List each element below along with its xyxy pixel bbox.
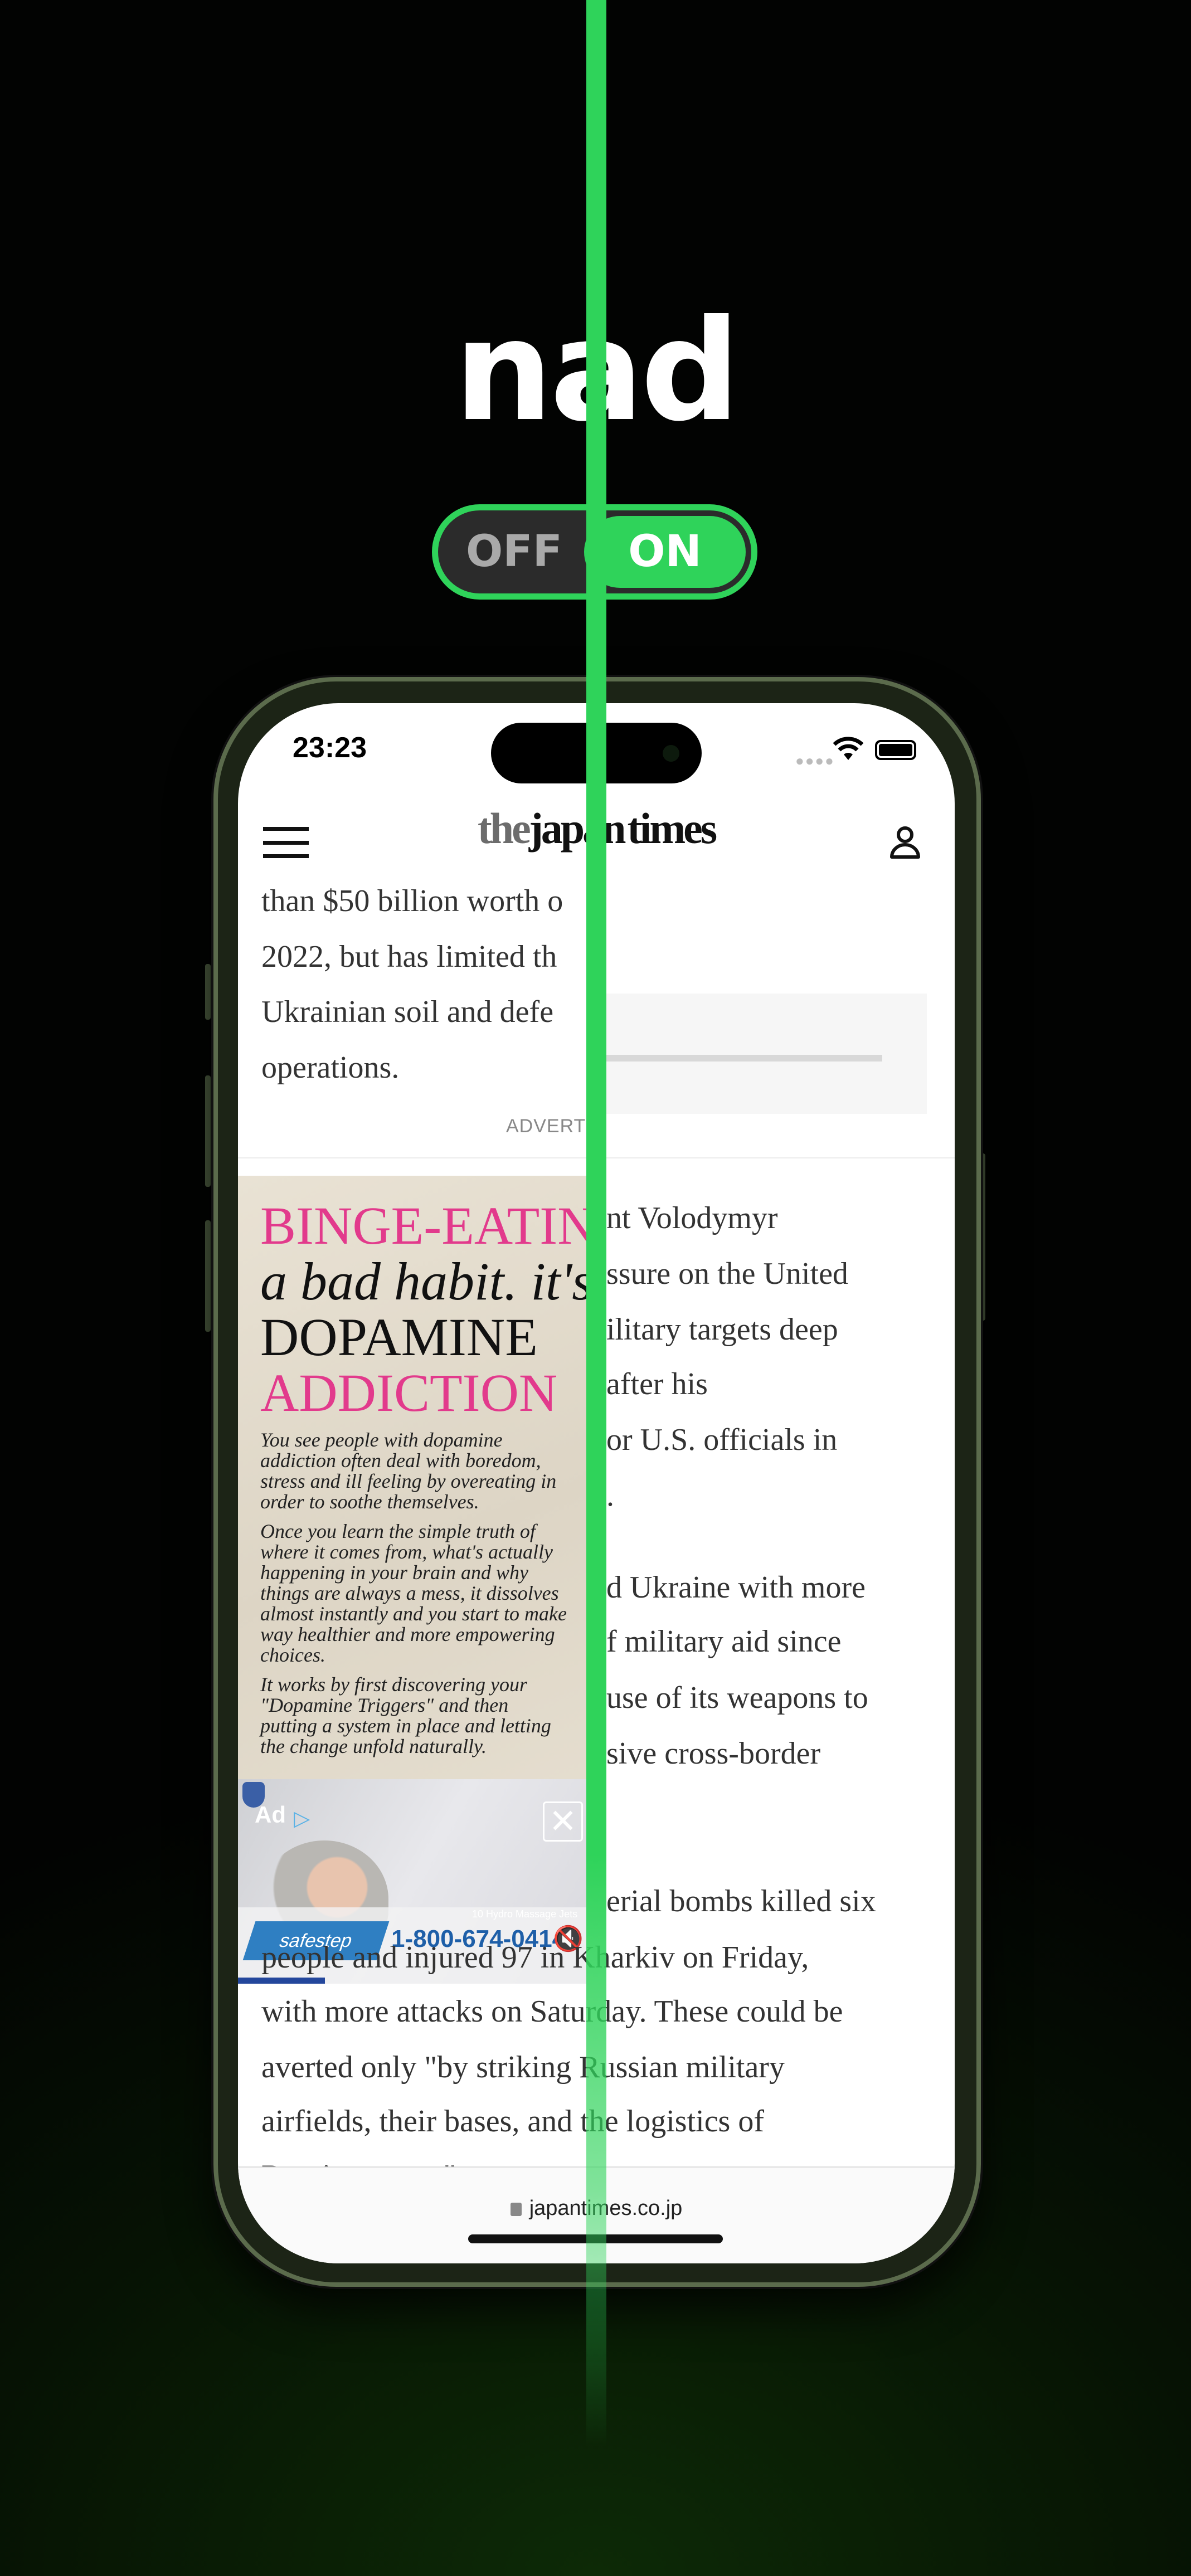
article-line: erial bombs killed six <box>606 1884 876 1918</box>
ad-paragraph: You see people with dopamine addiction o… <box>260 1429 557 1513</box>
article-line: averted only "by striking Russian milita… <box>261 2050 785 2085</box>
camera-icon <box>663 745 679 762</box>
comparison-divider-line[interactable] <box>586 0 606 2576</box>
phone-volume-up <box>205 1075 211 1187</box>
advertisement-label: ADVERT <box>506 1116 586 1137</box>
close-ad-button[interactable]: ✕ <box>543 1801 583 1842</box>
article-line: after his <box>606 1367 708 1401</box>
lock-icon <box>510 2203 522 2216</box>
ad-paragraph: Once you learn the simple truth of where… <box>260 1520 567 1666</box>
article-line: ssure on the United <box>606 1257 848 1291</box>
article-line: people and injured 97 in Kharkiv on Frid… <box>261 1940 809 1975</box>
phone-side-button <box>205 964 211 1020</box>
article-line: d Ukraine with more <box>606 1570 866 1605</box>
article-line: or U.S. officials in <box>606 1423 838 1457</box>
battery-icon <box>875 740 916 760</box>
article-line: Ukrainian soil and defe <box>261 995 554 1029</box>
user-account-icon[interactable] <box>889 825 921 859</box>
article-line: 2022, but has limited th <box>261 939 557 974</box>
ad-placeholder <box>606 994 927 1114</box>
article-line: operations. <box>261 1050 400 1085</box>
ad-headline: BINGE-EATING <box>260 1196 586 1255</box>
ad-headline: DOPAMINE ADDICTION <box>260 1307 558 1423</box>
article-line: ilitary targets deep <box>606 1312 838 1347</box>
cellular-signal-icon: ●●●● <box>795 752 835 769</box>
article-line: airfields, their bases, and the logistic… <box>261 2104 764 2139</box>
adchoices-icon[interactable]: ▷ <box>294 1806 310 1831</box>
article-line: f military aid since <box>606 1624 842 1659</box>
ad-paragraph: It works by first discovering your "Dopa… <box>260 1673 551 1757</box>
wifi-icon <box>833 737 864 760</box>
ad-badge: Ad <box>255 1801 286 1828</box>
article-line: sive cross-border <box>606 1736 821 1771</box>
article-line: use of its weapons to <box>606 1681 868 1715</box>
article-line: with more attacks on Saturday. These cou… <box>261 1994 843 2029</box>
ad-caption: 10 Hydro Massage Jets <box>472 1908 578 1920</box>
status-time: 23:23 <box>293 732 367 764</box>
article-line: . <box>606 1478 614 1513</box>
video-progress-bar <box>238 1978 325 1984</box>
toggle-on-knob: ON <box>584 516 746 588</box>
phone-volume-down <box>205 1220 211 1332</box>
toggle-off-label: OFF <box>466 527 562 577</box>
article-line: than $50 billion worth o <box>261 884 563 918</box>
ad-headline: a bad habit. it's <box>260 1252 586 1311</box>
article-line: nt Volodymyr <box>606 1201 778 1235</box>
